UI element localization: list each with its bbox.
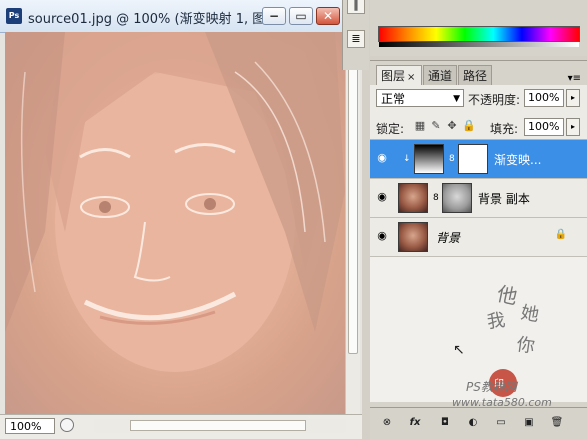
dock-handle-icon[interactable]: ‖ bbox=[347, 0, 365, 14]
site-text: PS教程网 bbox=[466, 380, 517, 394]
layer-thumbnail bbox=[398, 183, 428, 213]
tab-channels-label: 通道 bbox=[428, 69, 453, 83]
portrait-image bbox=[5, 32, 345, 372]
eye-icon[interactable]: ◉ bbox=[374, 151, 390, 165]
chevron-down-icon: ▼ bbox=[453, 94, 460, 104]
layers-panel-tabs: 图层 × 通道 路径 ▾≡ bbox=[370, 65, 587, 85]
lock-transparent-icon[interactable]: ▦ bbox=[414, 120, 426, 132]
document-window: Ps source01.jpg @ 100% (渐变映射 1, 图... − ▭… bbox=[0, 0, 362, 439]
fill-input[interactable]: 100% bbox=[524, 118, 564, 136]
blend-opacity-row: 正常 ▼ 不透明度: 100% ▸ bbox=[370, 85, 587, 115]
blend-mode-value: 正常 bbox=[381, 92, 406, 106]
chain-link-icon[interactable]: 8 bbox=[433, 193, 439, 203]
document-title: source01.jpg @ 100% (渐变映射 1, 图... bbox=[28, 12, 278, 27]
clip-arrow-icon: ↓ bbox=[403, 154, 411, 164]
photoshop-icon: Ps bbox=[6, 8, 22, 24]
add-mask-icon[interactable]: ◘ bbox=[438, 416, 452, 430]
svg-text:你: 你 bbox=[515, 334, 536, 357]
svg-text:她: 她 bbox=[519, 302, 540, 326]
tab-layers[interactable]: 图层 × bbox=[376, 65, 422, 85]
tab-paths-label: 路径 bbox=[463, 69, 488, 83]
opacity-input[interactable]: 100% bbox=[524, 89, 564, 107]
lock-image-icon[interactable]: ✎ bbox=[430, 120, 442, 132]
status-bar: 100% bbox=[0, 414, 362, 439]
folder-icon[interactable]: ▭ bbox=[494, 416, 508, 430]
cursor-icon: ↖ bbox=[453, 342, 465, 358]
lock-all-icon[interactable]: 🔒 bbox=[462, 120, 476, 132]
horizontal-scrollbar[interactable] bbox=[94, 419, 346, 433]
layer-thumbnail bbox=[414, 144, 444, 174]
status-info-icon[interactable] bbox=[60, 418, 74, 432]
new-layer-icon[interactable]: ▣ bbox=[522, 416, 536, 430]
eye-icon[interactable]: ◉ bbox=[374, 190, 390, 204]
minimize-icon: − bbox=[268, 9, 280, 23]
close-button[interactable]: ✕ bbox=[316, 7, 340, 25]
lock-icon: 🔒 bbox=[554, 229, 567, 240]
color-spectrum[interactable] bbox=[378, 26, 580, 47]
panel-dock: ‖ ≣ bbox=[342, 0, 369, 70]
close-icon: ✕ bbox=[322, 9, 334, 23]
trash-icon[interactable]: 🗑 bbox=[550, 416, 564, 430]
eye-icon[interactable]: ◉ bbox=[374, 229, 390, 243]
document-titlebar[interactable]: Ps source01.jpg @ 100% (渐变映射 1, 图... − ▭… bbox=[0, 0, 343, 33]
layer-name: 背景 副本 bbox=[478, 192, 530, 206]
layer-row-background-copy[interactable]: ◉ 8 背景 副本 bbox=[370, 179, 587, 218]
opacity-slider-button[interactable]: ▸ bbox=[566, 89, 580, 107]
restore-button[interactable]: ▭ bbox=[289, 7, 313, 25]
layer-name: 渐变映... bbox=[494, 153, 542, 167]
chain-link-icon[interactable]: 8 bbox=[449, 154, 455, 164]
blend-mode-select[interactable]: 正常 ▼ bbox=[376, 89, 464, 107]
vertical-scrollbar[interactable] bbox=[345, 32, 360, 414]
layer-thumbnail bbox=[398, 222, 428, 252]
minimize-button[interactable]: − bbox=[262, 7, 286, 25]
adjustment-layer-icon[interactable]: ◐ bbox=[466, 416, 480, 430]
layer-list: ◉ ↓ 8 渐变映... ◉ 8 背景 副本 ◉ 背景 🔒 他 她 我 你 印 … bbox=[370, 140, 587, 409]
restore-icon: ▭ bbox=[295, 9, 307, 23]
lock-label: 锁定: bbox=[376, 122, 405, 136]
image-canvas[interactable] bbox=[5, 32, 345, 414]
panel-menu-icon[interactable]: ▾≡ bbox=[568, 73, 581, 84]
zoom-field[interactable]: 100% bbox=[5, 418, 55, 434]
layers-panel: 图层 × 通道 路径 ▾≡ 正常 ▼ 不透明度: 100% ▸ 锁定: ▦ ✎ ✥… bbox=[370, 60, 587, 440]
lock-fill-row: 锁定: ▦ ✎ ✥ 🔒 填充: 100% ▸ bbox=[370, 115, 587, 140]
tab-channels[interactable]: 通道 bbox=[423, 65, 457, 85]
layer-mask-thumbnail bbox=[442, 183, 472, 213]
fill-slider-button[interactable]: ▸ bbox=[566, 118, 580, 136]
vertical-scroll-thumb[interactable] bbox=[348, 48, 358, 354]
link-layers-icon[interactable]: ⊗ bbox=[380, 416, 394, 430]
fill-label: 填充: bbox=[490, 122, 519, 136]
tab-paths[interactable]: 路径 bbox=[458, 65, 492, 85]
tab-close-icon[interactable]: × bbox=[407, 72, 415, 83]
notes-panel-icon[interactable]: ≣ bbox=[347, 30, 365, 48]
tab-layers-label: 图层 bbox=[381, 69, 406, 83]
layer-row-background[interactable]: ◉ 背景 🔒 bbox=[370, 218, 587, 257]
svg-text:他: 他 bbox=[495, 281, 520, 309]
layers-bottom-toolbar: ⊗ fx ◘ ◐ ▭ ▣ 🗑 bbox=[370, 407, 587, 440]
horizontal-scroll-thumb[interactable] bbox=[130, 420, 306, 431]
color-panel bbox=[370, 0, 587, 56]
layer-mask-thumbnail bbox=[458, 144, 488, 174]
lock-position-icon[interactable]: ✥ bbox=[446, 120, 458, 132]
fx-icon[interactable]: fx bbox=[408, 416, 422, 430]
opacity-label: 不透明度: bbox=[468, 93, 521, 107]
layer-name: 背景 bbox=[436, 231, 461, 245]
svg-text:我: 我 bbox=[486, 310, 507, 333]
layer-row-gradient-map[interactable]: ◉ ↓ 8 渐变映... bbox=[370, 140, 587, 179]
